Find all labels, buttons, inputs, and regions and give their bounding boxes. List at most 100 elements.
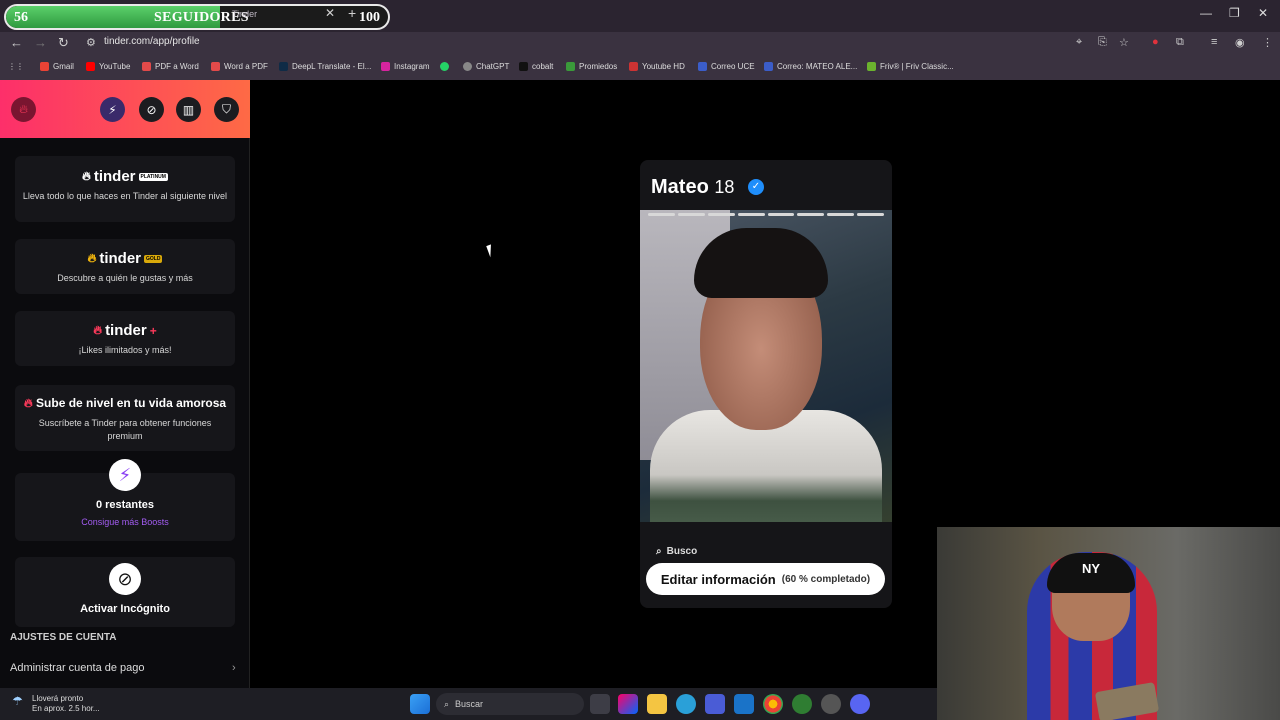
file-explorer-icon[interactable] — [647, 694, 667, 714]
manage-payment-label: Administrar cuenta de pago — [10, 662, 145, 674]
photo-progress-segment[interactable] — [707, 213, 735, 216]
tinder-gold-logo: 🔥︎ tinder GOLD — [87, 250, 163, 267]
bookmark-star-icon[interactable]: ☆ — [1119, 36, 1129, 49]
media-icon[interactable]: ≡ — [1211, 36, 1217, 48]
chevron-right-icon: › — [232, 662, 236, 674]
bookmark-item[interactable]: Gmail — [40, 62, 74, 71]
bookmark-item[interactable]: Friv® | Friv Classic... — [867, 62, 954, 71]
sidebar-header: 🔥︎ ⚡︎ ⊘ ▥ ⛉ — [0, 80, 250, 138]
bookmark-item[interactable]: DeepL Translate - El... — [279, 62, 371, 71]
sidebar: 🔥︎ ⚡︎ ⊘ ▥ ⛉ 🔥︎ tinder PLATINUM Lleva todo … — [0, 80, 250, 688]
tinder-gold-card[interactable]: 🔥︎ tinder GOLD Descubre a quién le gustas … — [15, 239, 235, 294]
photo-progress-segment[interactable] — [857, 213, 884, 216]
reload-icon[interactable]: ↻ — [58, 35, 69, 51]
site-info-icon[interactable]: ⚙ — [86, 36, 96, 49]
taskbar-search[interactable]: ⌕ Buscar — [436, 693, 584, 715]
tinder-plus-logo: 🔥︎ tinder + — [93, 322, 157, 339]
discord-icon[interactable] — [850, 694, 870, 714]
menu-icon[interactable]: ⋮ — [1262, 36, 1273, 49]
back-icon[interactable]: ← — [10, 35, 23, 50]
tinder-plus-card[interactable]: 🔥︎ tinder + ¡Likes ilimitados y más! — [15, 311, 235, 366]
upgrade-title: Sube de nivel en tu vida amorosa — [36, 396, 227, 410]
profile-name: Mateo — [651, 176, 709, 198]
photo-progress-segment[interactable] — [767, 213, 795, 216]
search-icon: ⌕ — [656, 546, 662, 557]
bookmark-item[interactable]: ChatGPT — [463, 62, 509, 71]
extension-icon[interactable]: ● — [1152, 36, 1159, 48]
matches-briefcase-icon[interactable]: ▥ — [176, 97, 201, 122]
incognito-label: Activar Incógnito — [80, 603, 170, 615]
get-more-boosts-link[interactable]: Consigue más Boosts — [15, 517, 235, 527]
boosts-card: ⚡︎ 0 restantes Consigue más Boosts — [15, 459, 235, 541]
manage-payment-row[interactable]: Administrar cuenta de pago › — [0, 658, 250, 682]
bookmark-item[interactable]: cobalt — [519, 62, 553, 71]
profile-avatar-icon[interactable]: ◉ — [1235, 36, 1245, 49]
edge-icon[interactable] — [676, 694, 696, 714]
location-icon[interactable]: ⌖ — [1076, 36, 1082, 49]
bookmark-item[interactable]: Correo: MATEO ALE... — [764, 62, 857, 71]
incognito-eye-icon: ⊘ — [109, 563, 141, 595]
tinder-platinum-card[interactable]: 🔥︎ tinder PLATINUM Lleva todo lo que haces… — [15, 156, 235, 222]
photo-progress-segment[interactable] — [797, 213, 825, 216]
profile-age: 18 — [714, 177, 735, 197]
forward-icon[interactable]: → — [34, 35, 47, 50]
utorrent-icon[interactable] — [792, 694, 812, 714]
incognito-card[interactable]: ⊘ Activar Incógnito — [15, 557, 235, 627]
bookmark-item[interactable]: Word a PDF — [211, 62, 268, 71]
photo-progress-segment[interactable] — [648, 213, 675, 216]
profile-flame-icon[interactable]: 🔥︎ — [11, 97, 36, 122]
new-tab-icon[interactable]: + — [348, 5, 356, 21]
upgrade-description: Suscríbete a Tinder para obtener funcion… — [38, 418, 212, 441]
tab-title[interactable]: Tinder — [232, 9, 257, 19]
photo-progress-segment[interactable] — [737, 213, 765, 216]
boosts-remaining: 0 restantes — [95, 499, 155, 511]
plus-description: ¡Likes ilimitados y más! — [78, 345, 172, 355]
explore-compass-icon[interactable]: ⊘ — [139, 97, 164, 122]
restore-icon[interactable]: ❐ — [1229, 6, 1240, 20]
minimize-icon[interactable]: — — [1200, 6, 1212, 20]
copilot-icon[interactable] — [618, 694, 638, 714]
window-close-icon[interactable]: ✕ — [1258, 6, 1268, 20]
tab-close-icon[interactable]: ✕ — [325, 6, 335, 20]
safety-shield-icon[interactable]: ⛉ — [214, 97, 239, 122]
browser-tab-bar: 56 SEGUIDORES 100 Tinder ✕ + — ❐ ✕ — [0, 0, 1280, 32]
gold-description: Descubre a quién le gustas y más — [57, 273, 193, 283]
photo-progress-segment[interactable] — [677, 213, 705, 216]
ny-cap-logo: NY — [1047, 553, 1135, 593]
boost-lightning-icon[interactable]: ⚡︎ — [109, 459, 141, 491]
profile-card: Mateo 18 ✓ ⌕ Busco Editar información (60… — [640, 160, 892, 608]
bookmark-item[interactable]: Correo UCE — [698, 62, 755, 71]
bookmark-item[interactable]: PDF a Word — [142, 62, 199, 71]
followers-current: 56 — [14, 10, 28, 25]
photo-progress-segment[interactable] — [827, 213, 855, 216]
whatsapp-bookmark-icon[interactable] — [440, 62, 449, 71]
boost-icon[interactable]: ⚡︎ — [100, 97, 125, 122]
bookmark-item[interactable]: Youtube HD — [629, 62, 685, 71]
windows-taskbar: ☂︎ Lloverá pronto En aprox. 2.5 hor... ⌕… — [0, 688, 937, 720]
steam-icon[interactable] — [821, 694, 841, 714]
tinder-platinum-logo: 🔥︎ tinder PLATINUM — [82, 168, 168, 185]
windows-start-icon[interactable] — [410, 694, 430, 714]
rain-cloud-icon: ☂︎ — [12, 694, 23, 708]
url-input[interactable]: tinder.com/app/profile — [104, 36, 200, 47]
bookmark-item[interactable]: YouTube — [86, 62, 130, 71]
weather-widget[interactable]: ☂︎ Lloverá pronto En aprox. 2.5 hor... — [12, 694, 100, 714]
upgrade-card[interactable]: 🔥︎ Sube de nivel en tu vida amorosa Susc… — [15, 385, 235, 451]
profile-photo[interactable] — [640, 210, 892, 522]
followers-goal: 100 — [359, 10, 380, 25]
bookmark-item[interactable]: Instagram — [381, 62, 430, 71]
extensions-puzzle-icon[interactable]: ⧉ — [1176, 36, 1184, 49]
account-settings-title: AJUSTES DE CUENTA — [10, 632, 117, 643]
webcam-overlay: NY — [937, 527, 1280, 720]
bookmark-item[interactable]: Promiedos — [566, 62, 617, 71]
flame-icon: 🔥︎ — [23, 396, 33, 410]
edit-info-button[interactable]: Editar información (60 % completado) — [646, 563, 885, 595]
looking-for-section: ⌕ Busco — [656, 546, 698, 557]
chrome-icon[interactable] — [763, 694, 783, 714]
store-icon[interactable] — [705, 694, 725, 714]
apps-grid-icon[interactable]: ⋮⋮ — [8, 62, 24, 71]
outlook-icon[interactable] — [734, 694, 754, 714]
platinum-description: Lleva todo lo que haces en Tinder al sig… — [22, 191, 228, 201]
task-view-icon[interactable] — [590, 694, 610, 714]
install-icon[interactable]: ⎘ — [1098, 36, 1107, 49]
